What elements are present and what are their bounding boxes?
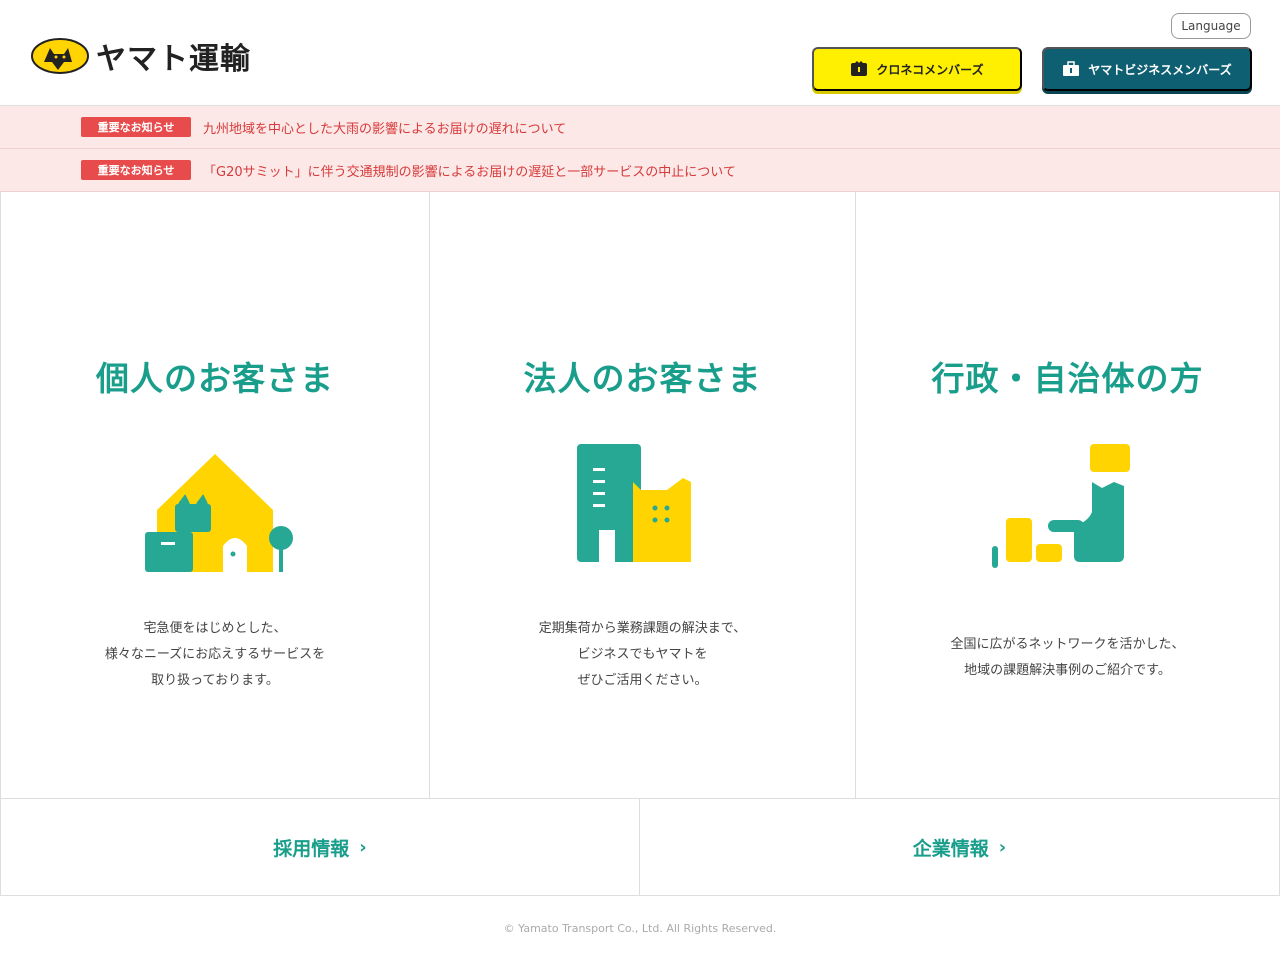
panel-business[interactable]: 法人のお客さま 定期集荷から業務課題の解決まで、 ビジネスでもヤマトを ぜひご活… [430, 192, 856, 799]
bottom-links: 採用情報 › 企業情報 › [0, 799, 1280, 896]
notice-badge: 重要なお知らせ [81, 117, 191, 137]
kuroneko-members-label: クロネコメンバーズ [876, 62, 984, 77]
copyright-text: © Yamato Transport Co., Ltd. All Rights … [503, 921, 777, 935]
building-illustration-icon [576, 444, 691, 562]
business-members-button[interactable]: ヤマトビジネスメンバーズ [1042, 47, 1252, 91]
japan-map-illustration-icon [991, 444, 1130, 568]
site-footer: © Yamato Transport Co., Ltd. All Rights … [0, 896, 1280, 960]
notice-link[interactable]: 九州地域を中心とした大雨の影響によるお届けの遅れについて [203, 118, 566, 137]
chevron-right-icon: › [998, 837, 1007, 858]
desc-line: 取り扱っております。 [151, 673, 279, 688]
desc-line: 定期集荷から業務課題の解決まで、 [538, 621, 747, 636]
business-members-label: ヤマトビジネスメンバーズ [1088, 62, 1232, 77]
desc-line: 地域の課題解決事例のご紹介です。 [964, 663, 1171, 678]
panel-government[interactable]: 行政・自治体の方 全国に広がるネットワークを活かした、 地域の課題解決事例のご紹… [856, 192, 1279, 799]
logo-text: ヤマト運輸 [96, 42, 251, 77]
corporate-link[interactable]: 企業情報 › [640, 799, 1279, 896]
desc-line: 宅急便をはじめとした、 [143, 621, 287, 636]
customer-panels: 個人のお客さま 宅急便をはじめとした、 様々なニーズにお応えするサービスを 取り… [0, 192, 1280, 799]
panel-personal[interactable]: 個人のお客さま 宅急便をはじめとした、 様々なニーズにお応えするサービスを 取り… [1, 192, 430, 799]
recruit-label: 採用情報 [273, 838, 350, 860]
house-illustration-icon [145, 454, 293, 572]
panel-description: 定期集荷から業務課題の解決まで、 ビジネスでもヤマトを ぜひご活用ください。 [430, 616, 855, 694]
cat-card-icon [851, 61, 868, 76]
desc-line: 様々なニーズにお応えするサービスを [104, 647, 326, 662]
panel-title: 行政・自治体の方 [931, 359, 1204, 398]
briefcase-icon [1063, 61, 1080, 76]
notice-badge: 重要なお知らせ [81, 160, 191, 180]
panel-title: 個人のお客さま [96, 359, 334, 398]
desc-line: 全国に広がるネットワークを活かした、 [950, 637, 1185, 652]
kuroneko-members-button[interactable]: クロネコメンバーズ [812, 47, 1022, 91]
notice-link[interactable]: 「G20サミット」に伴う交通規制の影響によるお届けの遅延と一部サービスの中止につ… [203, 161, 736, 180]
desc-line: ぜひご活用ください。 [577, 673, 708, 688]
chevron-right-icon: › [359, 837, 367, 858]
important-notices: 重要なお知らせ 九州地域を中心とした大雨の影響によるお届けの遅れについて 重要な… [0, 106, 1280, 192]
site-header: ヤマト運輸 Language クロネコメンバーズ ヤマトビジネスメンバーズ [0, 0, 1280, 106]
language-button[interactable]: Language [1171, 13, 1251, 39]
desc-line: ビジネスでもヤマトを [577, 647, 708, 662]
yamato-logo[interactable]: ヤマト運輸 [30, 34, 251, 78]
kuroneko-cat-logo-icon [31, 38, 89, 74]
panel-title: 法人のお客さま [523, 359, 762, 398]
panel-description: 全国に広がるネットワークを活かした、 地域の課題解決事例のご紹介です。 [856, 632, 1279, 684]
recruit-link[interactable]: 採用情報 › [1, 799, 640, 896]
corporate-label: 企業情報 [912, 838, 989, 860]
panel-description: 宅急便をはじめとした、 様々なニーズにお応えするサービスを 取り扱っております。 [1, 616, 429, 694]
notice-item: 重要なお知らせ 九州地域を中心とした大雨の影響によるお届けの遅れについて [0, 106, 1280, 149]
notice-item: 重要なお知らせ 「G20サミット」に伴う交通規制の影響によるお届けの遅延と一部サ… [0, 149, 1280, 192]
